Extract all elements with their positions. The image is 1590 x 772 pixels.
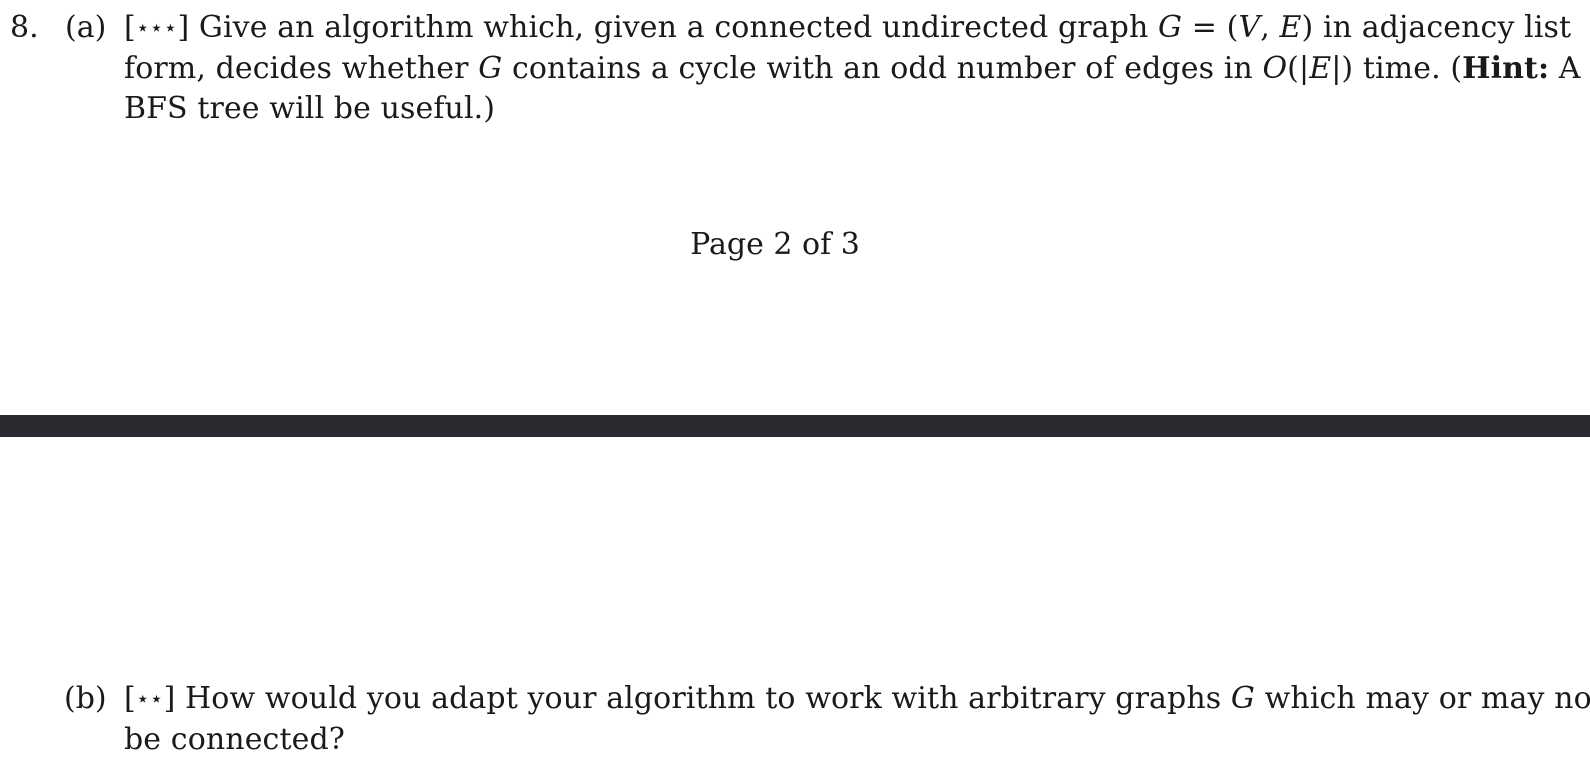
question-number: 8. [10,10,39,45]
math-o: O [1262,51,1288,86]
part-b-line-1: [⋆⋆] How would you adapt your algorithm … [124,679,1590,720]
part-b-line-2: be connected? [124,722,345,757]
math-paren-open: (| [1287,51,1310,86]
hint-label: Hint: [1462,51,1550,86]
math-e: E [1309,51,1332,86]
math-comma: , [1260,10,1270,45]
part-b-label: (b) [64,681,107,716]
part-b-line-1-lead: How would you adapt your algorithm to wo… [185,681,1222,716]
part-a-line-3: BFS tree will be useful.) [124,91,496,126]
part-a-label: (a) [65,10,107,45]
difficulty-stars: ⋆⋆ [135,687,164,712]
part-a-text: [⋆⋆⋆] Give an algorithm which, given a c… [124,8,1580,129]
math-eq: = ( [1191,10,1239,45]
part-a-line-2: form, decides whether G contains a cycle… [124,49,1580,89]
part-a-line-2-lead: form, decides whether [124,51,469,86]
part-b-text: [⋆⋆] How would you adapt your algorithm … [124,679,1590,760]
difficulty-stars: ⋆⋆⋆ [135,16,178,41]
math-g: G [478,51,503,86]
part-a-line-1: [⋆⋆⋆] Give an algorithm which, given a c… [124,10,1572,45]
math-g: G [1230,681,1255,716]
part-a-line-2-tail: A [1558,51,1581,86]
page-footer: Page 2 of 3 [690,227,860,262]
part-a-line-1-lead: Give an algorithm which, given a connect… [198,10,1149,45]
part-a-line-1-tail: ) in adjacency list [1301,10,1572,45]
page-separator [0,415,1590,437]
part-a-line-2-mid: contains a cycle with an odd number of e… [511,51,1253,86]
math-e: E [1279,10,1302,45]
math-g: G [1158,10,1183,45]
part-b-line-1-tail: which may or may not [1264,681,1590,716]
page-2-bottom-area: 8. (a) [⋆⋆⋆] Give an algorithm which, gi… [0,0,1590,415]
math-v: V [1238,10,1261,45]
math-paren-close: |) time. ( [1331,51,1463,86]
